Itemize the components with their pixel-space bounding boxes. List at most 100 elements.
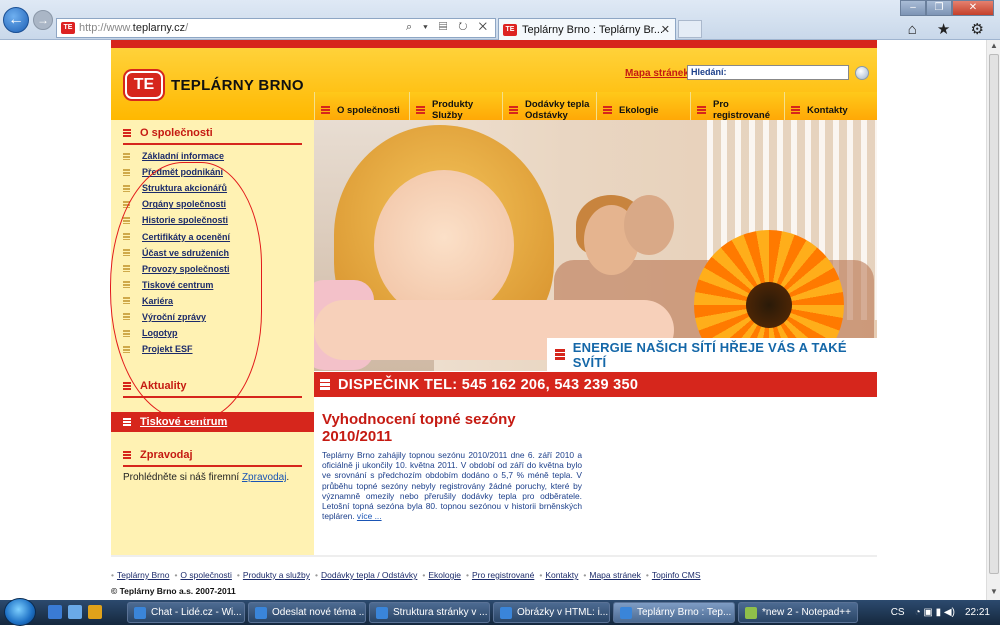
- search-go-button[interactable]: [855, 66, 869, 80]
- submenu-item[interactable]: Základní informace: [123, 148, 230, 164]
- submenu-item[interactable]: Provozy společnosti: [123, 261, 230, 277]
- scroll-down-icon[interactable]: ▼: [987, 587, 1000, 599]
- clock[interactable]: 22:21: [965, 607, 990, 618]
- section-title: Zpravodaj: [140, 449, 193, 461]
- home-favorites-tools-icons[interactable]: ⌂ ★ ⚙: [908, 20, 992, 38]
- taskbar-task[interactable]: Struktura stránky v ...: [369, 602, 490, 623]
- start-button[interactable]: [4, 598, 36, 626]
- bullet-icon: [123, 281, 130, 289]
- section-divider: [123, 396, 302, 398]
- submenu-item[interactable]: Účast ve sdruženích: [123, 245, 230, 261]
- section-bars-icon: [123, 418, 131, 426]
- maximize-button[interactable]: ❐: [926, 0, 952, 16]
- bullet-icon: [123, 168, 130, 176]
- windows-taskbar: Chat - Lidé.cz - Wi... Odeslat nové téma…: [0, 598, 1000, 626]
- close-window-button[interactable]: ✕: [952, 0, 994, 16]
- forward-button[interactable]: →: [33, 10, 53, 30]
- top-red-strip: [111, 40, 877, 48]
- taskbar-task[interactable]: Odeslat nové téma ...: [248, 602, 366, 623]
- bullet-icon: [123, 329, 130, 337]
- notepad-icon: [745, 606, 757, 619]
- bullet-icon: [123, 184, 130, 192]
- forward-arrow-icon: →: [37, 13, 49, 27]
- submenu-item[interactable]: Kariéra: [123, 293, 230, 309]
- section-title: Aktuality: [140, 380, 187, 392]
- ie-icon: [376, 606, 388, 619]
- minimize-button[interactable]: –: [900, 0, 926, 16]
- section-divider: [123, 465, 302, 467]
- ie-icon: [620, 606, 632, 619]
- submenu-item[interactable]: Historie společnosti: [123, 212, 230, 228]
- sidebar-press-center-link[interactable]: Tiskové centrum: [111, 412, 314, 432]
- menu-bars-icon: [791, 106, 800, 114]
- sitemap-link[interactable]: Mapa stránek: [625, 68, 689, 79]
- submenu-item[interactable]: Výroční zprávy: [123, 309, 230, 325]
- address-bar[interactable]: TE http://www. teplarny.cz / ⌕ ▾ ▤ ↻ ✕: [56, 18, 496, 38]
- bullet-icon: [123, 200, 130, 208]
- sidebar-section-o-spolecnosti: O společnosti: [111, 123, 314, 145]
- show-desktop-icon[interactable]: [48, 605, 62, 619]
- submenu-list: Základní informace Předmět podnikání Str…: [123, 148, 230, 357]
- article-more-link[interactable]: více ...: [357, 511, 382, 521]
- explorer-icon[interactable]: [68, 605, 82, 619]
- tray-icons[interactable]: ◔ ▣ ▮ ◀): [915, 607, 955, 618]
- footer-link[interactable]: Dodávky tepla / Odstávky: [321, 570, 417, 580]
- scrollbar-thumb[interactable]: [989, 54, 999, 574]
- site-logo[interactable]: TE TEPLÁRNY BRNO: [125, 71, 304, 99]
- browser-tab-active[interactable]: TE Teplárny Brno : Teplárny Br... ✕: [498, 18, 676, 40]
- page-scrollbar[interactable]: ▲ ▼: [986, 40, 1000, 600]
- bullet-icon: [123, 313, 130, 321]
- footer-links: • Teplárny Brno • O společnosti • Produkty …: [111, 570, 701, 580]
- footer-link[interactable]: Teplárny Brno: [117, 570, 169, 580]
- taskbar-task[interactable]: *new 2 - Notepad++: [738, 602, 858, 623]
- footer-link[interactable]: Mapa stránek: [589, 570, 641, 580]
- media-player-icon[interactable]: [88, 605, 102, 619]
- bullet-icon: [123, 265, 130, 273]
- hero-banner-image: ENERGIE NAŠICH SÍTÍ HŘEJE VÁS A TAKÉ SVÍ…: [314, 120, 877, 371]
- back-arrow-icon: ←: [8, 11, 24, 28]
- footer-link[interactable]: Topinfo CMS: [652, 570, 701, 580]
- slogan-bars-icon: [555, 349, 565, 360]
- taskbar-task-active[interactable]: Teplárny Brno : Tep...: [613, 602, 735, 623]
- menu-bars-icon: [416, 106, 425, 114]
- window-controls: – ❐ ✕: [900, 0, 994, 16]
- ie-icon: [134, 606, 146, 619]
- search-input[interactable]: Hledání:: [687, 65, 849, 80]
- site-header: TE TEPLÁRNY BRNO Mapa stránek Hledání: O…: [111, 48, 877, 128]
- url-host: teplarny.cz: [132, 22, 186, 34]
- tab-close-icon[interactable]: ✕: [661, 23, 670, 36]
- footer-link[interactable]: Produkty a služby: [243, 570, 310, 580]
- footer-link[interactable]: Pro registrované: [472, 570, 534, 580]
- submenu-item[interactable]: Projekt ESF: [123, 341, 230, 357]
- news-article: Vyhodnocení topné sezóny 2010/2011 Teplá…: [322, 411, 582, 521]
- bullet-icon: [123, 297, 130, 305]
- footer-link[interactable]: Kontakty: [545, 570, 578, 580]
- hero-slogan: ENERGIE NAŠICH SÍTÍ HŘEJE VÁS A TAKÉ SVÍ…: [547, 338, 877, 371]
- scroll-up-icon[interactable]: ▲: [987, 41, 1000, 53]
- taskbar-task[interactable]: Obrázky v HTML: i...: [493, 602, 610, 623]
- taskbar-task[interactable]: Chat - Lidé.cz - Wi...: [127, 602, 245, 623]
- newsletter-link[interactable]: Zpravodaj: [242, 472, 286, 483]
- system-tray: CS ◔ ▣ ▮ ◀) 22:21: [891, 600, 1000, 625]
- ie-icon: [255, 606, 267, 619]
- back-button[interactable]: ←: [3, 7, 29, 33]
- article-body: Teplárny Brno zahájily topnou sezónu 201…: [322, 450, 582, 522]
- submenu-item[interactable]: Orgány společnosti: [123, 196, 230, 212]
- submenu-item[interactable]: Certifikáty a ocenění: [123, 228, 230, 244]
- language-indicator[interactable]: CS: [891, 607, 905, 618]
- section-bars-icon: [123, 129, 131, 137]
- submenu-item[interactable]: Struktura akcionářů: [123, 180, 230, 196]
- submenu-item[interactable]: Tiskové centrum: [123, 277, 230, 293]
- submenu-item[interactable]: Předmět podnikání: [123, 164, 230, 180]
- submenu-item[interactable]: Logotyp: [123, 325, 230, 341]
- sidebar-section-aktuality[interactable]: Aktuality: [111, 376, 314, 398]
- address-tools-icons[interactable]: ⌕ ▾ ▤ ↻ ✕: [406, 21, 491, 34]
- quick-launch: [48, 605, 108, 619]
- footer-link[interactable]: Ekologie: [428, 570, 461, 580]
- menu-bars-icon: [321, 106, 330, 114]
- footer-link[interactable]: O společnosti: [180, 570, 232, 580]
- new-tab-button[interactable]: [678, 20, 702, 38]
- bullet-icon: [123, 345, 130, 353]
- copyright: © Teplárny Brno a.s. 2007-2011: [111, 586, 236, 596]
- bullet-icon: [123, 233, 130, 241]
